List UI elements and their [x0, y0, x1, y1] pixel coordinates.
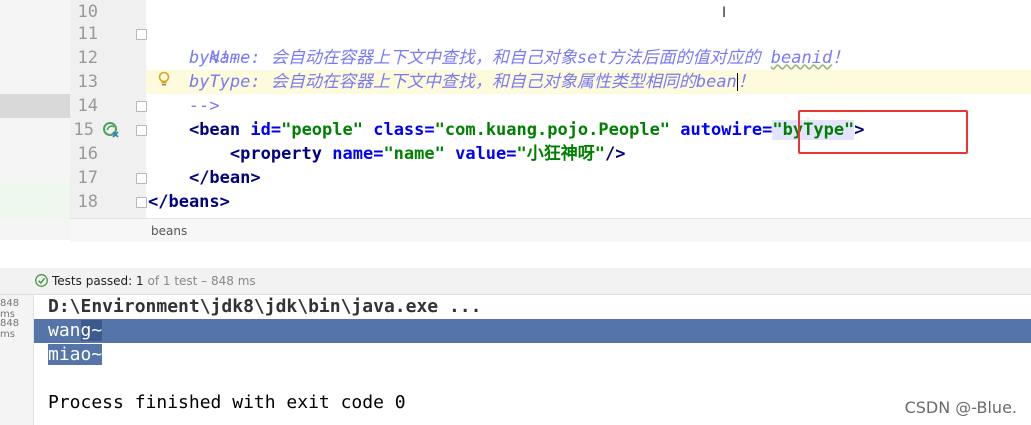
- tag-name: </beans>: [148, 192, 230, 212]
- tag-name: <bean: [188, 120, 251, 140]
- line-number: 12: [77, 48, 98, 68]
- annotation-box: [798, 110, 968, 154]
- comment-label: byType:: [188, 72, 261, 92]
- code-line[interactable]: byType: 会自动在容器上下文中查找，和自己对象属性类型相同的bean！: [148, 70, 755, 94]
- gutter-marker: [0, 183, 70, 219]
- code-line[interactable]: </beans>: [148, 190, 230, 214]
- comment-punct: ！: [832, 48, 850, 68]
- attr-value: "小狂神呀": [516, 144, 605, 164]
- test-duration[interactable]: 848 ms: [0, 318, 32, 340]
- code-line[interactable]: byName: 会自动在容器上下文中查找，和自己对象set方法后面的值对应的 b…: [148, 46, 849, 70]
- watermark: CSDN @-Blue.: [904, 398, 1017, 417]
- tag-name: </bean>: [188, 168, 261, 188]
- comment-text: 会自动在容器上下文中查找，和自己对象属性类型相同的bean: [260, 72, 737, 92]
- code-line[interactable]: <property name="name" value="小狂神呀"/>: [148, 142, 626, 166]
- console-finish: Process finished with exit code 0: [48, 392, 406, 413]
- test-tree-panel[interactable]: 848 ms 848 ms: [0, 295, 34, 425]
- attr-name: class=: [362, 120, 435, 140]
- line-number: 13: [77, 72, 98, 92]
- attr-name: value=: [444, 144, 517, 164]
- fold-marker-icon[interactable]: [136, 173, 147, 184]
- line-number: 11: [77, 24, 98, 44]
- fold-marker-icon[interactable]: [136, 29, 147, 40]
- attr-value: "people": [281, 120, 363, 140]
- attr-value: "com.kuang.pojo.People": [434, 120, 671, 140]
- tag-name: <property: [229, 144, 333, 164]
- gutter-marker: [0, 94, 70, 118]
- spring-bean-icon[interactable]: [102, 121, 120, 139]
- comment-text: 会自动在容器上下文中查找，和自己对象set方法后面的值对应的: [260, 48, 771, 68]
- attr-name: id=: [250, 120, 282, 140]
- attr-value: "name": [383, 144, 445, 164]
- console-line: wang~: [48, 320, 103, 341]
- comment-word: beanid: [770, 48, 833, 68]
- panel-divider: [0, 242, 1031, 269]
- test-duration[interactable]: 848 ms: [0, 298, 32, 320]
- fold-marker-icon[interactable]: [136, 125, 147, 136]
- test-status-text: Tests passed: 1 of 1 test – 848 ms: [52, 274, 256, 288]
- code-line[interactable]: -->: [148, 94, 220, 118]
- attr-name: name=: [332, 144, 384, 164]
- check-circle-icon: [35, 274, 48, 287]
- line-number: 10: [77, 2, 98, 22]
- line-number: 18: [77, 192, 98, 212]
- console-output[interactable]: D:\Environment\jdk8\jdk\bin\java.exe ...…: [34, 295, 1031, 425]
- test-status-bar: Tests passed: 1 of 1 test – 848 ms: [0, 268, 1031, 295]
- line-number: 17: [77, 168, 98, 188]
- console-command: D:\Environment\jdk8\jdk\bin\java.exe ...: [48, 296, 482, 317]
- code-line[interactable]: <!--: [148, 22, 250, 68]
- line-number: 16: [77, 144, 98, 164]
- comment-label: byName:: [188, 48, 261, 68]
- attr-name: autowire=: [670, 120, 773, 140]
- line-number: 15: [73, 120, 94, 140]
- text-cursor-icon: I: [722, 5, 727, 21]
- code-line[interactable]: <bean id="people" class="com.kuang.pojo.…: [148, 118, 865, 142]
- breadcrumb[interactable]: beans: [70, 218, 1031, 243]
- comment-punct: ！: [737, 72, 755, 92]
- comment-close: -->: [188, 96, 220, 116]
- fold-marker-icon[interactable]: [136, 197, 147, 208]
- console-line: miao~: [48, 344, 103, 365]
- code-line[interactable]: </bean>: [148, 166, 261, 190]
- fold-marker-icon[interactable]: [136, 101, 147, 112]
- selected-row: [34, 319, 1031, 343]
- breadcrumb-item[interactable]: beans: [151, 224, 187, 238]
- project-tool-strip: [0, 0, 71, 240]
- line-number: 14: [77, 96, 98, 116]
- tag-bracket: />: [605, 144, 626, 164]
